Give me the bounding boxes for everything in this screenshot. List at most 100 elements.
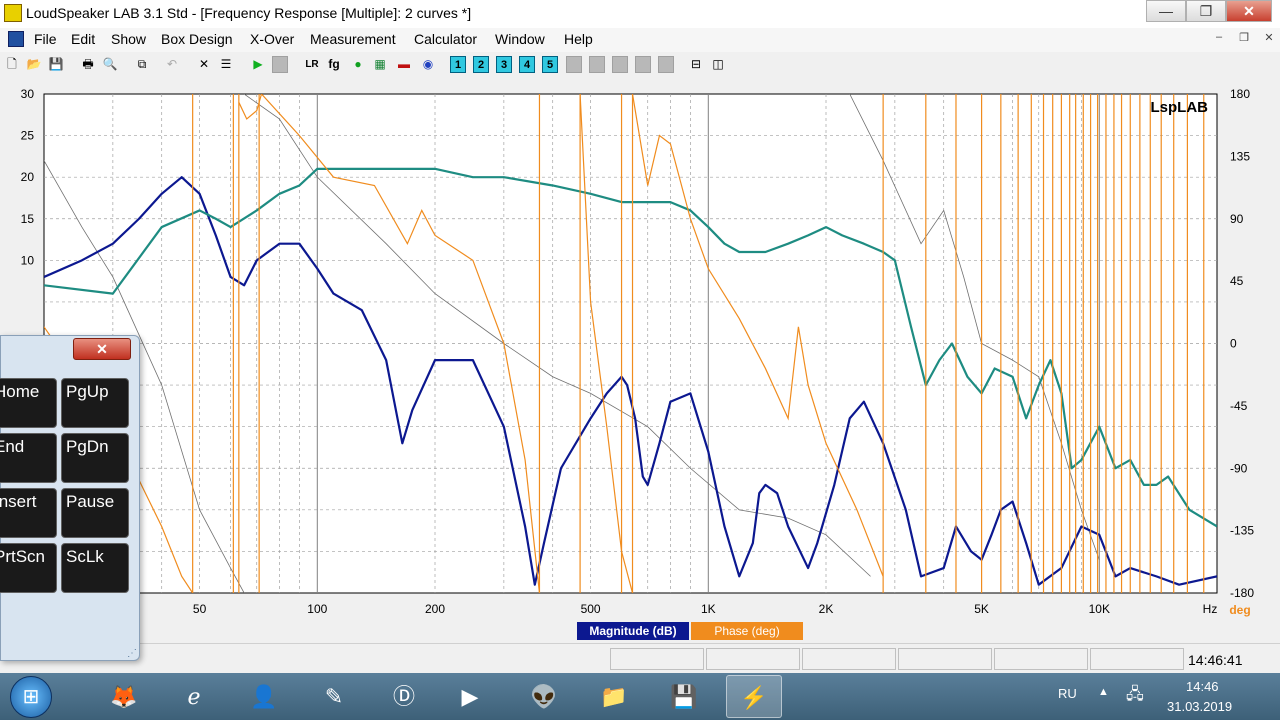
legend-phase: Phase (deg) bbox=[691, 622, 803, 640]
graph-green-icon[interactable]: ▦ bbox=[372, 56, 388, 73]
x-tick-label: 1K bbox=[701, 602, 716, 616]
signature-icon[interactable]: ✎ bbox=[306, 675, 362, 718]
lcr-icon[interactable]: LR bbox=[304, 56, 320, 73]
menu-box-design[interactable]: Box Design bbox=[161, 31, 233, 47]
print-preview-icon[interactable]: 🔍 bbox=[102, 56, 118, 73]
y-right-tick-label: 135 bbox=[1230, 149, 1250, 163]
minimize-button[interactable]: — bbox=[1146, 0, 1186, 22]
osk-key-home[interactable]: Home bbox=[0, 378, 57, 428]
tray-expand-icon[interactable]: ▲ bbox=[1098, 686, 1109, 698]
taskbar: ⊞ 🦊 ℯ 👤 ✎ Ⓓ ▶ 👽 📁 💾 ⚡ RU ▲ 🖧 14:46 31.03… bbox=[0, 673, 1280, 720]
tools-icon[interactable]: ✕ bbox=[196, 56, 212, 73]
floppy-icon[interactable]: 💾 bbox=[656, 675, 712, 718]
clock-time[interactable]: 14:46 bbox=[1186, 679, 1219, 694]
menu-edit[interactable]: Edit bbox=[71, 31, 95, 47]
y-left-tick-label: 25 bbox=[21, 129, 35, 143]
osk-key-end[interactable]: End bbox=[0, 433, 57, 483]
curve-2-button[interactable]: 2 bbox=[473, 56, 489, 73]
d-app-icon[interactable]: Ⓓ bbox=[376, 675, 432, 718]
x-tick-label: 50 bbox=[193, 602, 207, 616]
y-right-tick-label: 180 bbox=[1230, 87, 1250, 101]
status-cell bbox=[994, 648, 1088, 670]
open-folder-icon[interactable]: 📂 bbox=[26, 56, 42, 73]
maximize-button[interactable]: ❐ bbox=[1186, 0, 1226, 22]
osk-key-insert[interactable]: Insert bbox=[0, 488, 57, 538]
loudspeaker-lab-icon[interactable]: ⚡ bbox=[726, 675, 782, 718]
status-time: 14:46:41 bbox=[1188, 652, 1243, 668]
play-icon[interactable]: ▶ bbox=[250, 56, 266, 73]
menu-window[interactable]: Window bbox=[495, 31, 545, 47]
osk-key-pause[interactable]: Pause bbox=[61, 488, 129, 538]
vent-icon[interactable]: ◉ bbox=[420, 56, 436, 73]
toolbar: 🗋 📂 💾 🖶 🔍 ⧉ ↶ ✕ ☰ ▶ LR fg ● ▦ ▬ ◉ 1 2 3 … bbox=[0, 52, 1280, 78]
app-icon bbox=[4, 4, 22, 22]
tile-vertical-icon[interactable]: ◫ bbox=[710, 56, 726, 73]
x-tick-label: 100 bbox=[307, 602, 327, 616]
osk-close-button[interactable]: ✕ bbox=[73, 338, 131, 360]
mdi-minimize-button[interactable]: – bbox=[1208, 31, 1230, 49]
x-tick-label: 500 bbox=[581, 602, 601, 616]
y-left-tick-label: 20 bbox=[21, 170, 35, 184]
menu-file[interactable]: File bbox=[34, 31, 57, 47]
new-file-icon[interactable]: 🗋 bbox=[4, 56, 20, 73]
user-tool-icon[interactable]: 👤 bbox=[236, 675, 292, 718]
curve-1-button[interactable]: 1 bbox=[450, 56, 466, 73]
on-screen-keyboard: ✕ Home PgUp End PgDn Insert Pause PrtScn… bbox=[0, 335, 140, 661]
network-icon[interactable]: 🖧 bbox=[1126, 683, 1144, 710]
osk-key-pgup[interactable]: PgUp bbox=[61, 378, 129, 428]
folder-icon[interactable]: 📁 bbox=[586, 675, 642, 718]
osk-key-pgdn[interactable]: PgDn bbox=[61, 433, 129, 483]
undo-icon[interactable]: ↶ bbox=[164, 56, 180, 73]
firefox-icon[interactable]: 🦊 bbox=[96, 675, 152, 718]
menu-measurement[interactable]: Measurement bbox=[310, 31, 396, 47]
print-icon[interactable]: 🖶 bbox=[80, 56, 96, 73]
y-right-tick-label: 90 bbox=[1230, 212, 1244, 226]
clock-date[interactable]: 31.03.2019 bbox=[1167, 699, 1232, 714]
language-indicator[interactable]: RU bbox=[1058, 686, 1077, 701]
menu-x-over[interactable]: X-Over bbox=[250, 31, 294, 47]
osk-key-sclk[interactable]: ScLk bbox=[61, 543, 129, 593]
graph-red-icon[interactable]: ▬ bbox=[396, 56, 412, 73]
save-icon[interactable]: 💾 bbox=[48, 56, 64, 73]
title-bar: LoudSpeaker LAB 3.1 Std - [Frequency Res… bbox=[0, 0, 1280, 28]
menu-help[interactable]: Help bbox=[564, 31, 593, 47]
mdi-close-button[interactable]: ✕ bbox=[1258, 31, 1280, 49]
curve-3-button[interactable]: 3 bbox=[496, 56, 512, 73]
copy-icon[interactable]: ⧉ bbox=[134, 56, 150, 73]
circle-icon[interactable]: ● bbox=[350, 56, 366, 73]
curve-5-button[interactable]: 5 bbox=[542, 56, 558, 73]
y-right-tick-label: -135 bbox=[1230, 524, 1254, 538]
curve-6-button[interactable] bbox=[566, 56, 582, 73]
x-tick-label: 5K bbox=[974, 602, 989, 616]
y-right-tick-label: 0 bbox=[1230, 337, 1237, 351]
curve-8-button[interactable] bbox=[612, 56, 628, 73]
close-button[interactable]: ✕ bbox=[1226, 0, 1272, 22]
menu-show[interactable]: Show bbox=[111, 31, 146, 47]
internet-explorer-icon[interactable]: ℯ bbox=[166, 675, 222, 718]
stop-icon[interactable] bbox=[272, 56, 288, 73]
x-unit-label: Hz bbox=[1203, 602, 1218, 616]
menu-calculator[interactable]: Calculator bbox=[414, 31, 477, 47]
tile-horizontal-icon[interactable]: ⊟ bbox=[688, 56, 704, 73]
start-button[interactable]: ⊞ bbox=[10, 676, 52, 718]
sliders-icon[interactable]: ☰ bbox=[218, 56, 234, 73]
status-cell bbox=[1090, 648, 1184, 670]
y-right-tick-label: -90 bbox=[1230, 461, 1248, 475]
watermark: LspLAB bbox=[1151, 99, 1209, 116]
x-tick-label: 200 bbox=[425, 602, 445, 616]
y-right-tick-label: -45 bbox=[1230, 399, 1248, 413]
status-cell bbox=[610, 648, 704, 670]
status-cell bbox=[802, 648, 896, 670]
alien-icon[interactable]: 👽 bbox=[516, 675, 572, 718]
y-left-tick-label: 15 bbox=[21, 212, 35, 226]
curve-7-button[interactable] bbox=[589, 56, 605, 73]
resize-grip-icon[interactable]: ⋰ bbox=[127, 648, 137, 659]
mdi-restore-button[interactable]: ❐ bbox=[1233, 31, 1255, 49]
media-player-icon[interactable]: ▶ bbox=[442, 675, 498, 718]
curve-10-button[interactable] bbox=[658, 56, 674, 73]
curve-9-button[interactable] bbox=[635, 56, 651, 73]
fg-icon[interactable]: fg bbox=[326, 56, 342, 73]
document-icon[interactable] bbox=[8, 31, 24, 47]
curve-4-button[interactable]: 4 bbox=[519, 56, 535, 73]
osk-key-prtscn[interactable]: PrtScn bbox=[0, 543, 57, 593]
